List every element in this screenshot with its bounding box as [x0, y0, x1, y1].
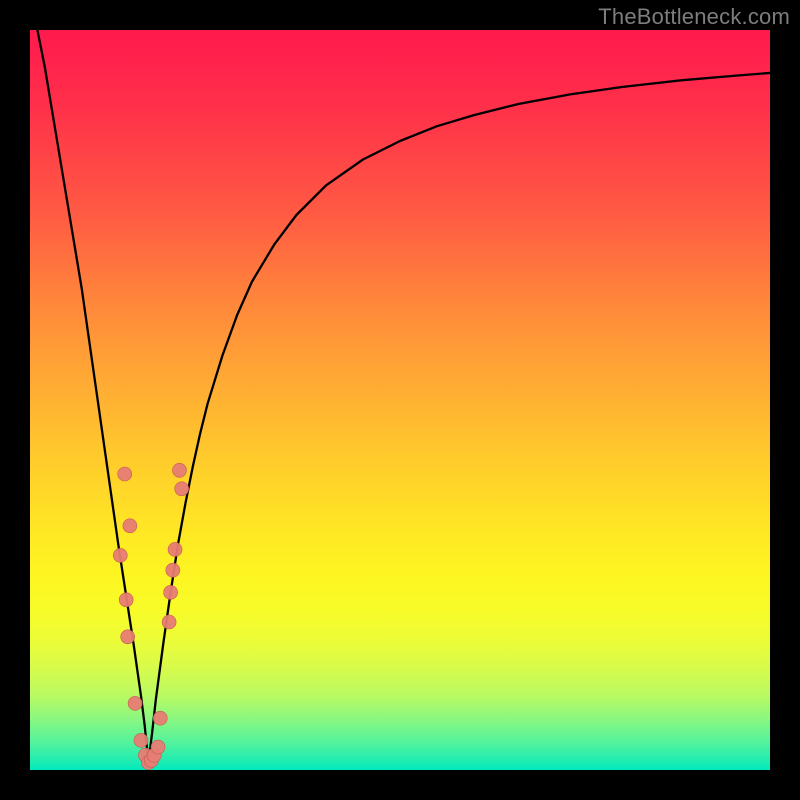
data-point-pt-p	[166, 563, 180, 577]
data-point-pt-r	[172, 463, 186, 477]
data-point-pt-a	[113, 548, 127, 562]
data-point-pt-c	[119, 593, 133, 607]
chart-svg	[30, 30, 770, 770]
data-points-group	[113, 463, 188, 769]
data-point-pt-s	[175, 482, 189, 496]
plot-area	[30, 30, 770, 770]
data-point-pt-f	[128, 696, 142, 710]
data-point-pt-m	[153, 711, 167, 725]
data-point-pt-e	[123, 519, 137, 533]
data-point-pt-o	[164, 585, 178, 599]
data-point-pt-q	[168, 542, 182, 556]
data-point-pt-n	[162, 615, 176, 629]
data-point-pt-g	[134, 733, 148, 747]
bottleneck-curve	[37, 30, 770, 763]
data-point-pt-l	[151, 740, 165, 754]
data-point-pt-d	[121, 630, 135, 644]
chart-frame: TheBottleneck.com	[0, 0, 800, 800]
data-point-pt-b	[118, 467, 132, 481]
watermark-text: TheBottleneck.com	[598, 4, 790, 30]
